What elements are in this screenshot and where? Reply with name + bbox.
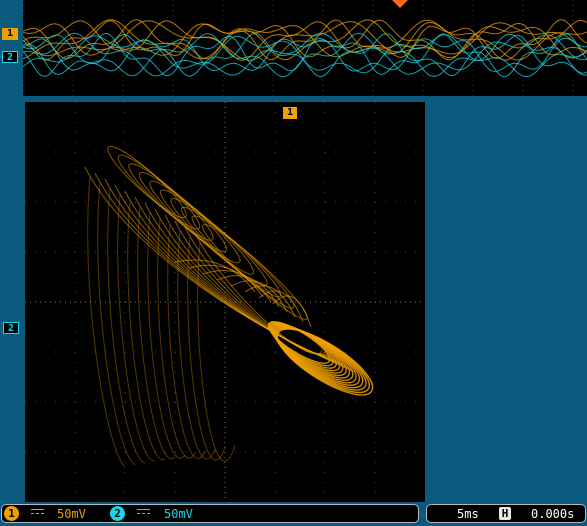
xy-trace-loop — [202, 224, 308, 320]
yt-screen — [23, 0, 587, 96]
ch2-badge[interactable]: 2 — [110, 506, 125, 521]
xy-ch1-position-marker[interactable]: 1 — [283, 107, 297, 119]
status-bar: 1 50mV 2 50mV 5ms H 0.000s — [0, 502, 587, 526]
dc-coupling-icon — [137, 509, 150, 517]
xy-trace-curve — [107, 188, 146, 464]
xy-trace-loop — [276, 327, 370, 394]
xy-screen — [25, 102, 425, 502]
timebase-box: 5ms H 0.000s — [426, 504, 586, 523]
xy-trace-loop — [159, 189, 255, 275]
xy-display-frame — [23, 100, 426, 502]
ch2-level-marker[interactable]: 2 — [2, 51, 18, 63]
side-panel — [427, 100, 587, 501]
horizontal-offset[interactable]: 0.000s — [531, 506, 574, 522]
xy-trace-curve — [97, 182, 136, 466]
xy-lissajous-plot — [25, 102, 425, 502]
ch1-badge[interactable]: 1 — [4, 506, 19, 521]
yt-waveform-strip: 1 2 — [0, 0, 587, 100]
yt-waveform-plot — [23, 0, 587, 96]
xy-trace-curve — [197, 242, 236, 462]
xy-ch2-position-marker[interactable]: 2 — [3, 322, 19, 334]
trigger-arrow-icon[interactable] — [392, 0, 408, 8]
ch2-volts-per-div[interactable]: 50mV — [164, 506, 193, 522]
ch1-volts-per-div[interactable]: 50mV — [57, 506, 86, 522]
ch1-level-marker[interactable]: 1 — [2, 28, 18, 40]
timebase-value[interactable]: 5ms — [457, 506, 479, 522]
dc-coupling-icon — [31, 509, 44, 517]
hold-icon[interactable]: H — [499, 507, 511, 520]
xy-trace-curve — [87, 176, 126, 468]
xy-trace-loop — [149, 180, 241, 264]
channel-scale-box: 1 50mV 2 50mV — [1, 504, 419, 523]
xy-trace-loop — [117, 154, 201, 230]
